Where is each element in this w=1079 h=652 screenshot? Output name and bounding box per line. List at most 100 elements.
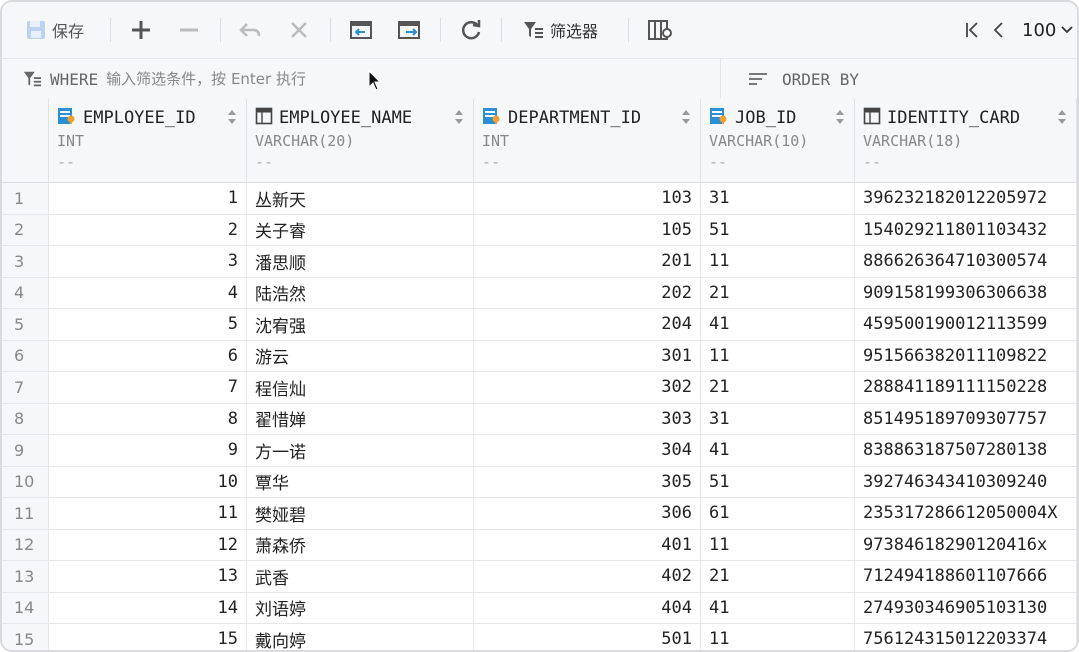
cell-employee-name[interactable]: 关子睿 [247,214,474,246]
table-row[interactable]: 8 8 翟惜婵 303 31 851495189709307757 [2,403,1077,435]
column-header-employee-id[interactable]: EMPLOYEE_ID INT -- [49,99,247,183]
cell-employee-id[interactable]: 12 [49,529,247,561]
cell-job-id[interactable]: 11 [701,246,855,278]
view-mode-button[interactable] [647,2,673,58]
import-button[interactable] [348,2,374,58]
table-row[interactable]: 5 5 沈宥强 204 41 459500190012113599 [2,309,1077,341]
table-row[interactable]: 4 4 陆浩然 202 21 909158199306306638 [2,277,1077,309]
order-by-filter[interactable]: ORDER BY [748,59,859,99]
table-row[interactable]: 1 1 丛新天 103 31 396232182012205972 [2,183,1077,215]
cell-identity-card[interactable]: 909158199306306638 [855,277,1077,309]
prev-page-button[interactable] [992,2,1006,58]
cell-employee-name[interactable]: 方一诺 [247,435,474,467]
sort-arrows-icon[interactable] [454,109,464,125]
cell-employee-name[interactable]: 游云 [247,340,474,372]
cell-identity-card[interactable]: 392746343410309240 [855,466,1077,498]
cell-job-id[interactable]: 11 [701,340,855,372]
cell-department-id[interactable]: 501 [474,624,701,650]
cell-employee-id[interactable]: 5 [49,309,247,341]
add-row-button[interactable] [130,2,152,58]
table-row[interactable]: 10 10 覃华 305 51 392746343410309240 [2,466,1077,498]
cell-job-id[interactable]: 51 [701,466,855,498]
discard-changes-button[interactable] [288,2,310,58]
table-row[interactable]: 15 15 戴向婷 501 11 756124315012203374 [2,624,1077,650]
cell-employee-name[interactable]: 戴向婷 [247,624,474,650]
sort-arrows-icon[interactable] [835,109,845,125]
cell-department-id[interactable]: 303 [474,403,701,435]
cell-job-id[interactable]: 21 [701,561,855,593]
cell-department-id[interactable]: 202 [474,277,701,309]
cell-employee-id[interactable]: 14 [49,592,247,624]
cell-identity-card[interactable]: 459500190012113599 [855,309,1077,341]
cell-department-id[interactable]: 302 [474,372,701,404]
cell-employee-id[interactable]: 8 [49,403,247,435]
cell-job-id[interactable]: 31 [701,183,855,215]
cell-identity-card[interactable]: 396232182012205972 [855,183,1077,215]
cell-job-id[interactable]: 31 [701,403,855,435]
cell-department-id[interactable]: 201 [474,246,701,278]
table-row[interactable]: 9 9 方一诺 304 41 838863187507280138 [2,435,1077,467]
cell-employee-name[interactable]: 陆浩然 [247,277,474,309]
delete-row-button[interactable] [178,2,200,58]
cell-employee-name[interactable]: 刘语婷 [247,592,474,624]
table-row[interactable]: 14 14 刘语婷 404 41 274930346905103130 [2,592,1077,624]
cell-employee-id[interactable]: 13 [49,561,247,593]
cell-job-id[interactable]: 41 [701,592,855,624]
where-input[interactable] [106,70,387,88]
cell-identity-card[interactable]: 712494188601107666 [855,561,1077,593]
cell-employee-id[interactable]: 10 [49,466,247,498]
cell-department-id[interactable]: 204 [474,309,701,341]
refresh-button[interactable] [459,2,483,58]
table-row[interactable]: 13 13 武香 402 21 712494188601107666 [2,561,1077,593]
column-header-job-id[interactable]: JOB_ID VARCHAR(10) -- [701,99,855,183]
table-row[interactable]: 3 3 潘思顺 201 11 886626364710300574 [2,246,1077,278]
cell-employee-name[interactable]: 武香 [247,561,474,593]
cell-employee-name[interactable]: 潘思顺 [247,246,474,278]
cell-employee-id[interactable]: 1 [49,183,247,215]
cell-employee-name[interactable]: 沈宥强 [247,309,474,341]
save-button[interactable]: 保存 [26,2,84,58]
cell-identity-card[interactable]: 886626364710300574 [855,246,1077,278]
cell-identity-card[interactable]: 288841189111150228 [855,372,1077,404]
first-page-button[interactable] [964,2,980,58]
cell-job-id[interactable]: 11 [701,624,855,650]
cell-department-id[interactable]: 105 [474,214,701,246]
cell-employee-name[interactable]: 樊娅碧 [247,498,474,530]
sort-arrows-icon[interactable] [1057,109,1067,125]
cell-identity-card[interactable]: 97384618290120416x [855,529,1077,561]
cell-department-id[interactable]: 305 [474,466,701,498]
cell-employee-name[interactable]: 丛新天 [247,183,474,215]
cell-job-id[interactable]: 21 [701,277,855,309]
cell-department-id[interactable]: 402 [474,561,701,593]
cell-department-id[interactable]: 301 [474,340,701,372]
cell-identity-card[interactable]: 154029211801103432 [855,214,1077,246]
cell-job-id[interactable]: 21 [701,372,855,404]
undo-button[interactable] [238,2,262,58]
cell-employee-id[interactable]: 6 [49,340,247,372]
column-header-employee-name[interactable]: EMPLOYEE_NAME VARCHAR(20) -- [247,99,474,183]
cell-employee-name[interactable]: 程信灿 [247,372,474,404]
column-header-department-id[interactable]: DEPARTMENT_ID INT -- [474,99,701,183]
cell-employee-id[interactable]: 9 [49,435,247,467]
cell-employee-id[interactable]: 4 [49,277,247,309]
cell-employee-name[interactable]: 萧森侨 [247,529,474,561]
cell-job-id[interactable]: 61 [701,498,855,530]
cell-department-id[interactable]: 103 [474,183,701,215]
cell-department-id[interactable]: 304 [474,435,701,467]
cell-identity-card[interactable]: 851495189709307757 [855,403,1077,435]
table-row[interactable]: 7 7 程信灿 302 21 288841189111150228 [2,372,1077,404]
page-size-select[interactable]: 100 [1022,2,1074,58]
cell-identity-card[interactable]: 838863187507280138 [855,435,1077,467]
export-button[interactable] [396,2,424,58]
cell-job-id[interactable]: 41 [701,435,855,467]
cell-department-id[interactable]: 404 [474,592,701,624]
cell-job-id[interactable]: 41 [701,309,855,341]
column-header-identity-card[interactable]: IDENTITY_CARD VARCHAR(18) -- [855,99,1077,183]
cell-employee-id[interactable]: 3 [49,246,247,278]
sort-arrows-icon[interactable] [227,109,237,125]
cell-employee-id[interactable]: 15 [49,624,247,650]
table-row[interactable]: 6 6 游云 301 11 951566382011109822 [2,340,1077,372]
cell-identity-card[interactable]: 274930346905103130 [855,592,1077,624]
cell-employee-id[interactable]: 11 [49,498,247,530]
cell-employee-name[interactable]: 覃华 [247,466,474,498]
